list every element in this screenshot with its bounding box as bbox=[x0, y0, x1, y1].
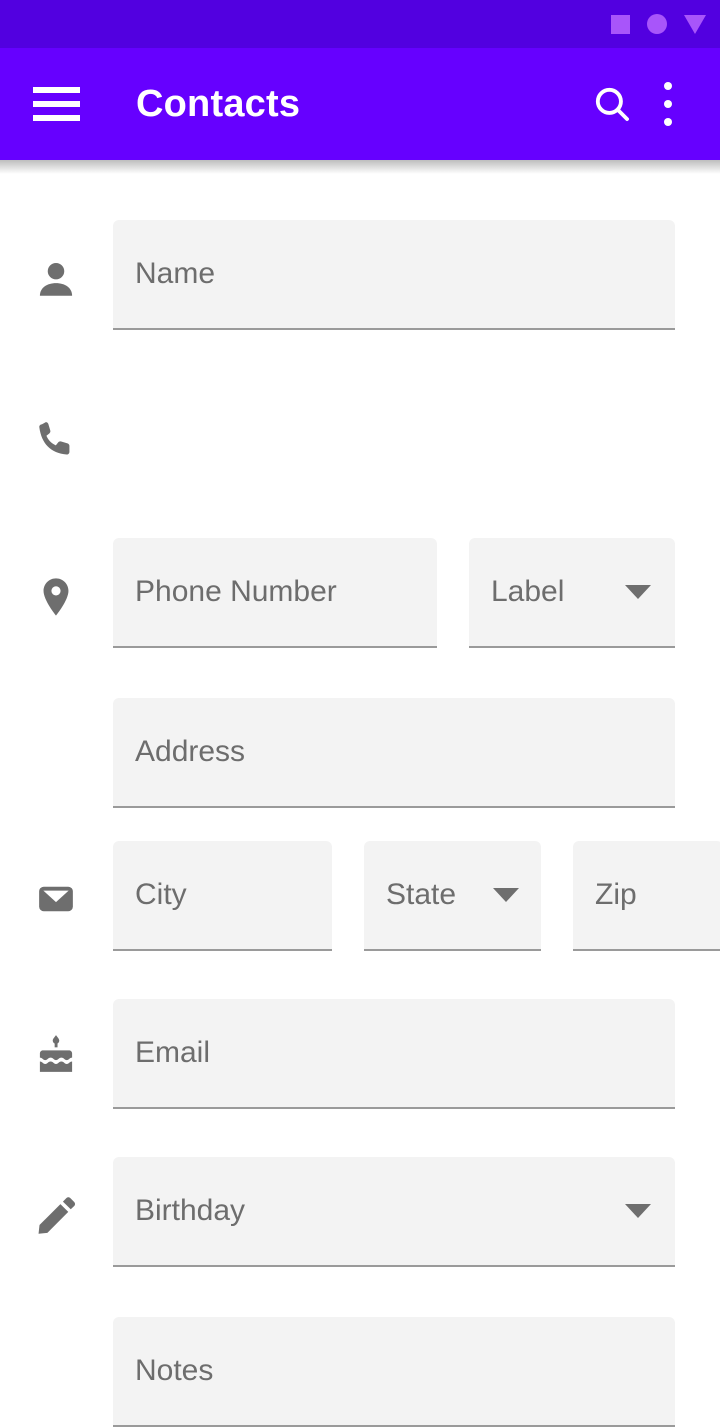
email-placeholder: Email bbox=[135, 1036, 211, 1069]
zip-placeholder: Zip bbox=[595, 878, 637, 911]
birthday-placeholder: Birthday bbox=[135, 1194, 246, 1227]
pencil-icon bbox=[33, 1192, 79, 1238]
overflow-dot bbox=[664, 100, 672, 108]
name-placeholder: Name bbox=[135, 257, 216, 290]
status-bar bbox=[0, 0, 720, 48]
notes-input[interactable]: Notes bbox=[113, 1317, 675, 1427]
notes-placeholder: Notes bbox=[135, 1354, 214, 1387]
app-bar: Contacts bbox=[0, 48, 720, 160]
name-input[interactable]: Name bbox=[113, 220, 675, 330]
overflow-menu-icon bbox=[664, 82, 672, 126]
phone-icon bbox=[33, 416, 79, 462]
email-input[interactable]: Email bbox=[113, 999, 675, 1109]
person-icon bbox=[33, 257, 79, 303]
envelope-icon bbox=[33, 876, 79, 922]
birthday-cake-icon bbox=[33, 1032, 79, 1078]
page-title: Contacts bbox=[136, 82, 301, 125]
chevron-down-icon bbox=[625, 585, 651, 599]
triangle-indicator-icon bbox=[684, 14, 706, 34]
app-bar-shadow bbox=[0, 160, 720, 174]
overflow-menu-button[interactable] bbox=[640, 76, 696, 132]
search-button[interactable] bbox=[584, 76, 640, 132]
status-bar-icons bbox=[611, 14, 706, 34]
location-pin-icon bbox=[33, 574, 79, 620]
search-icon bbox=[595, 87, 629, 121]
phone-label-placeholder: Label bbox=[491, 575, 565, 608]
phone-number-input[interactable]: Phone Number bbox=[113, 538, 437, 648]
overflow-dot bbox=[664, 118, 672, 126]
chevron-down-icon bbox=[625, 1204, 651, 1218]
phone-label-dropdown[interactable]: Label bbox=[469, 538, 675, 648]
overflow-dot bbox=[664, 82, 672, 90]
chevron-down-icon bbox=[493, 888, 519, 902]
menu-line bbox=[33, 87, 80, 93]
address-input[interactable]: Address bbox=[113, 698, 675, 808]
menu-line bbox=[33, 101, 80, 107]
square-indicator-icon bbox=[611, 14, 630, 34]
hamburger-menu-icon[interactable] bbox=[33, 87, 80, 121]
zip-input[interactable]: Zip bbox=[573, 841, 720, 951]
menu-line bbox=[33, 115, 80, 121]
circle-indicator-icon bbox=[647, 14, 667, 34]
state-placeholder: State bbox=[386, 878, 457, 911]
state-dropdown[interactable]: State bbox=[364, 841, 541, 951]
city-input[interactable]: City bbox=[113, 841, 332, 951]
city-placeholder: City bbox=[135, 878, 187, 911]
phone-number-placeholder: Phone Number bbox=[135, 575, 337, 608]
birthday-dropdown[interactable]: Birthday bbox=[113, 1157, 675, 1267]
address-placeholder: Address bbox=[135, 735, 246, 768]
